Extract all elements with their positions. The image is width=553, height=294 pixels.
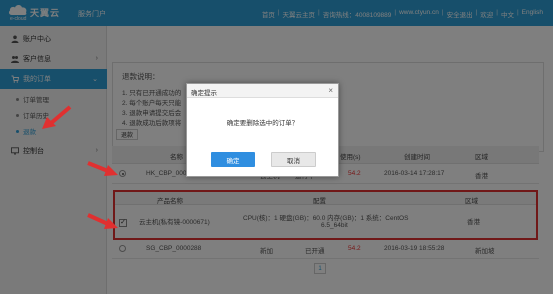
close-icon[interactable]: ×	[328, 86, 333, 95]
red-arrow-annotation	[42, 105, 72, 129]
cancel-button[interactable]: 取消	[271, 152, 316, 167]
confirm-dialog: 确定提示 × 确定要删除选中的订单？ 确定 取消	[186, 83, 339, 177]
dialog-message: 确定要删除选中的订单？	[226, 120, 299, 127]
dialog-title: 确定提示	[187, 84, 338, 98]
red-arrow-annotation	[87, 213, 118, 229]
red-arrow-annotation	[87, 161, 118, 176]
confirm-button[interactable]: 确定	[211, 152, 255, 167]
